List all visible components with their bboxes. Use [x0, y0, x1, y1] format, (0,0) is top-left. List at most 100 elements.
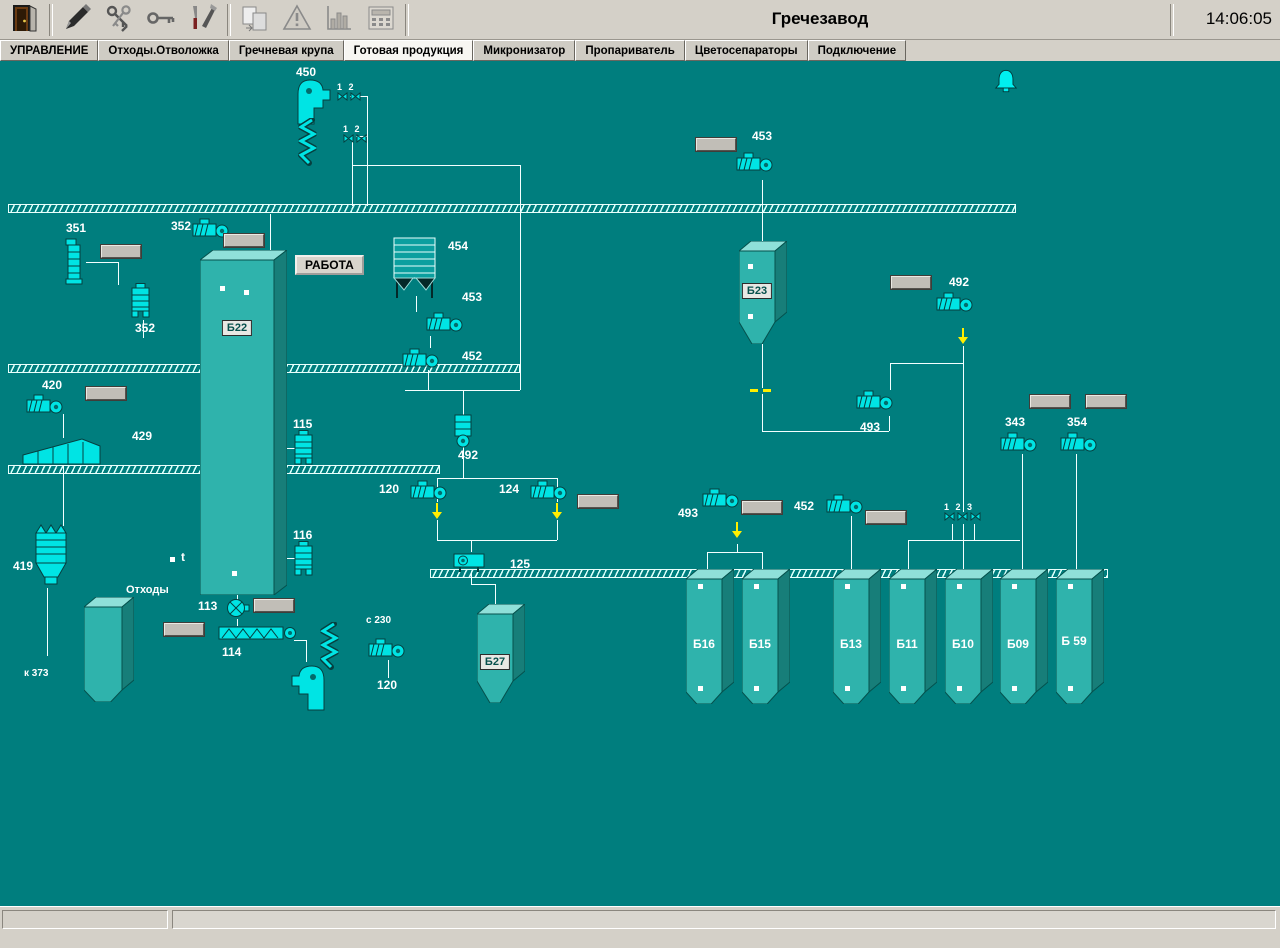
sensor-mark — [845, 584, 850, 589]
toolbar-button-exit-door[interactable] — [4, 3, 46, 37]
equipment-label: 351 — [66, 222, 86, 235]
machine-114-screw[interactable] — [218, 624, 298, 644]
equipment-label: 493 — [860, 421, 880, 434]
machine-493-feeder[interactable] — [856, 388, 894, 414]
tab-6[interactable]: Цветосепараторы — [685, 40, 808, 61]
silo-b22[interactable] — [200, 250, 287, 595]
machine-492-feeder[interactable] — [450, 414, 476, 448]
valve-group[interactable]: 1 2 — [343, 124, 369, 143]
machine-120-feeder[interactable] — [410, 478, 448, 504]
equipment-label: 352 — [135, 322, 155, 335]
clock-display: 14:06:05 — [1206, 9, 1272, 29]
machine-116-machine[interactable] — [293, 541, 315, 577]
valve-bowtie-icon[interactable] — [343, 130, 356, 147]
tab-4[interactable]: Микронизатор — [473, 40, 575, 61]
machine-493-left-feeder[interactable] — [702, 486, 740, 512]
gauge-display — [1030, 395, 1070, 408]
toolbar-button-chart[interactable] — [318, 3, 360, 37]
valve-bowtie-icon[interactable] — [337, 88, 350, 105]
equipment-label: 452 — [794, 500, 814, 513]
pipe-line — [762, 552, 763, 570]
valve-bowtie-icon[interactable] — [957, 508, 970, 525]
machine-452-feeder[interactable] — [402, 346, 440, 372]
machine-125-machine[interactable] — [453, 550, 489, 574]
machine-354-feeder[interactable] — [1060, 430, 1098, 456]
silo-b22-label: Б22 — [222, 320, 252, 336]
pipe-line — [520, 165, 521, 390]
pipe-line — [352, 140, 353, 206]
valve-group[interactable]: 1 2 — [337, 82, 363, 101]
toolbar-button-keypad[interactable] — [360, 3, 402, 37]
equipment-label: 492 — [949, 276, 969, 289]
machine-453-feeder[interactable] — [426, 310, 464, 336]
pipe-line — [851, 516, 852, 570]
valve-bowtie-icon[interactable] — [944, 508, 957, 525]
gauge-display — [891, 276, 931, 289]
status-run-button[interactable]: РАБОТА — [295, 255, 364, 275]
machine-492-right-feeder[interactable] — [936, 290, 974, 316]
toolbar-button-warning[interactable] — [276, 3, 318, 37]
machine-453-top-feeder[interactable] — [736, 150, 774, 176]
equipment-label: 124 — [499, 483, 519, 496]
valve-bowtie-icon[interactable] — [356, 130, 369, 147]
equipment-label: 115 — [293, 418, 312, 431]
equipment-label: 120 — [377, 679, 397, 692]
pipe-line — [963, 346, 964, 512]
toolbar-separator — [227, 4, 231, 36]
machine-115-machine[interactable] — [293, 430, 315, 466]
machine-420-feeder[interactable] — [26, 392, 64, 418]
toolbar-button-transfer[interactable] — [234, 3, 276, 37]
machine-450-chute[interactable] — [296, 118, 320, 166]
tab-0[interactable]: УПРАВЛЕНИЕ — [0, 40, 98, 61]
machine-124-feeder[interactable] — [530, 478, 568, 504]
pipe-line — [352, 165, 520, 166]
machine-c230-feeder[interactable] — [368, 636, 406, 662]
sensor-mark — [220, 286, 225, 291]
pipe-line — [963, 540, 964, 570]
tab-bar: УПРАВЛЕНИЕОтходы.ОтволожкаГречневая круп… — [0, 40, 1280, 61]
tab-3[interactable]: Готовая продукция — [344, 40, 474, 61]
machine-352-machine[interactable] — [130, 283, 152, 319]
toolbar-button-keys[interactable] — [98, 3, 140, 37]
toolbar-button-pen[interactable] — [56, 3, 98, 37]
toolbar-button-tools[interactable] — [182, 3, 224, 37]
pen-icon — [61, 2, 93, 39]
valve-bowtie-icon[interactable] — [350, 88, 363, 105]
tab-1[interactable]: Отходы.Отволожка — [98, 40, 228, 61]
machine-429-aspirator[interactable] — [22, 436, 104, 468]
machine-351-machine[interactable] — [64, 238, 84, 286]
tab-2[interactable]: Гречневая крупа — [229, 40, 344, 61]
valve-dash — [750, 389, 758, 392]
equipment-label: Отходы — [126, 584, 169, 597]
clock-separator — [1170, 4, 1174, 36]
machine-452-right-feeder[interactable] — [826, 492, 864, 518]
pipe-line — [437, 540, 557, 541]
sensor-mark — [232, 571, 237, 576]
pipe-line — [86, 262, 118, 263]
sensor-mark — [754, 584, 759, 589]
machine-bottom-elevator-head[interactable] — [286, 662, 332, 712]
machine-419-machine[interactable] — [30, 522, 74, 588]
equipment-label: 354 — [1067, 416, 1087, 429]
pipe-line — [270, 214, 271, 252]
pipe-line — [762, 180, 763, 244]
pipe-line — [1022, 454, 1023, 570]
sensor-mark — [170, 557, 175, 562]
valve-group[interactable]: 1 2 3 — [944, 502, 983, 521]
sensor-mark — [957, 686, 962, 691]
exit-door-icon — [9, 2, 41, 39]
waste-bin[interactable] — [84, 597, 134, 702]
machine-454-day-bin[interactable] — [392, 236, 438, 300]
toolbar-button-strip — [4, 2, 412, 38]
machine-343-feeder[interactable] — [1000, 430, 1038, 456]
tab-7[interactable]: Подключение — [808, 40, 907, 61]
valve-bowtie-icon[interactable] — [970, 508, 983, 525]
gauge-display — [164, 623, 204, 636]
alarm-bell-icon[interactable] — [993, 68, 1019, 95]
bin-b11-label: Б11 — [896, 637, 917, 651]
toolbar-button-key[interactable] — [140, 3, 182, 37]
tab-5[interactable]: Пропариватель — [575, 40, 684, 61]
machine-113-valve[interactable] — [226, 597, 250, 619]
bin-b15-label: Б15 — [749, 637, 771, 651]
pipe-line — [963, 524, 964, 540]
